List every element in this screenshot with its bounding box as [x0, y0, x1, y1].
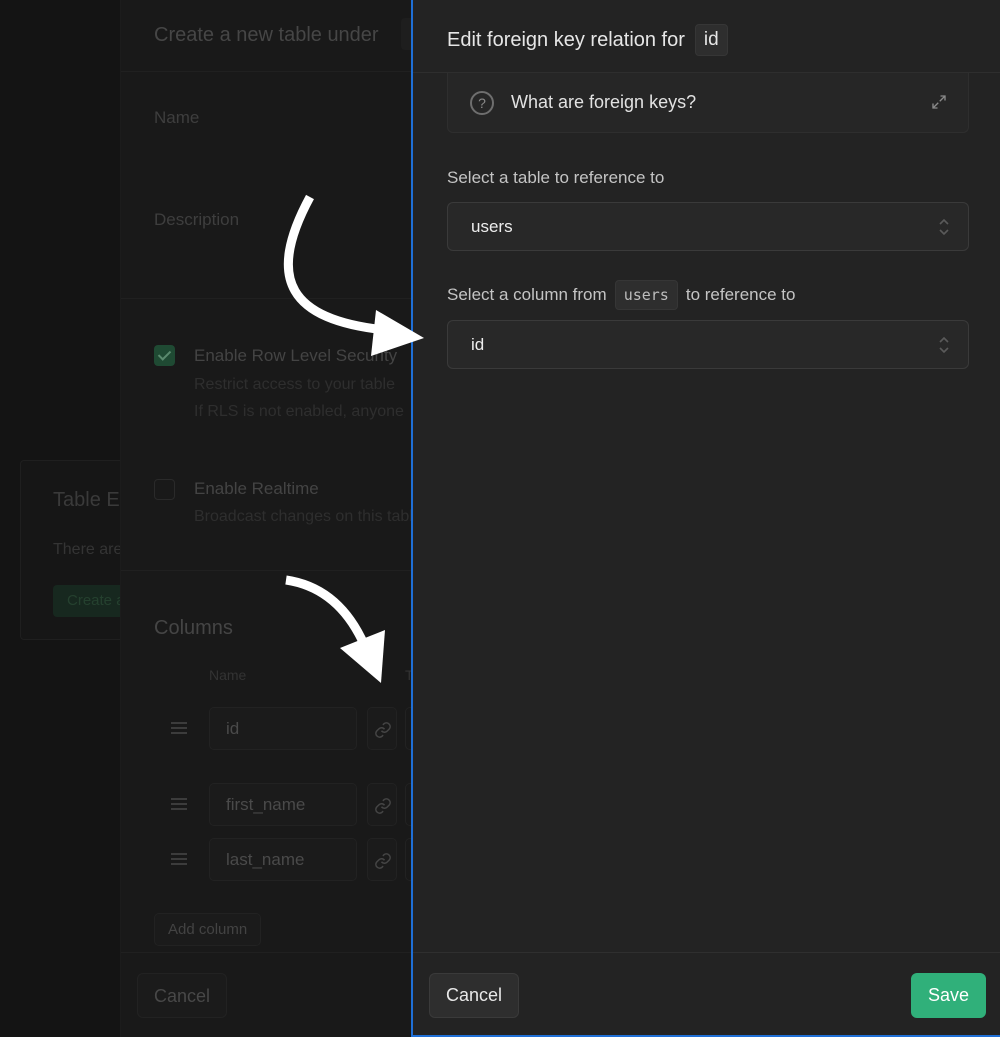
column-label-suffix: to reference to — [685, 285, 796, 304]
realtime-title: Enable Realtime — [194, 479, 319, 498]
screen: Table Editor There are no tables Create … — [0, 0, 1000, 1037]
rls-checkbox[interactable] — [154, 345, 175, 366]
columns-title: Columns — [154, 617, 233, 639]
rls-desc-1: Restrict access to your table — [194, 376, 395, 393]
description-label: Description — [154, 210, 240, 229]
link-icon — [375, 722, 391, 738]
realtime-checkbox[interactable] — [154, 479, 175, 500]
fk-column-chip: id — [694, 24, 728, 56]
column-row: first_name — [161, 783, 412, 827]
create-table-cancel-button[interactable]: Cancel — [137, 973, 228, 1018]
table-name-chip: users — [614, 280, 678, 310]
fk-cancel-button[interactable]: Cancel — [429, 973, 520, 1018]
divider — [121, 298, 412, 299]
divider — [121, 570, 412, 571]
create-table-panel: Create a new table under Name Descriptio… — [120, 0, 412, 1037]
foreign-key-link-button[interactable] — [367, 707, 397, 750]
foreign-key-panel: Edit foreign key relation for id ? What … — [411, 0, 1000, 1037]
fk-panel-title: Edit foreign key relation for id — [447, 24, 728, 56]
link-icon — [375, 798, 391, 814]
table-select-label: Select a table to reference to — [447, 168, 665, 187]
realtime-desc: Broadcast changes on this table — [194, 508, 412, 525]
drag-handle-icon[interactable] — [171, 722, 187, 734]
add-column-button[interactable]: Add column — [154, 913, 262, 946]
rls-title: Enable Row Level Security — [194, 346, 398, 365]
link-icon — [375, 853, 391, 869]
create-table-header: Create a new table under — [121, 0, 412, 72]
column-name-input[interactable]: id — [209, 707, 357, 750]
help-text: What are foreign keys? — [511, 92, 697, 112]
column-name-input[interactable]: first_name — [209, 783, 357, 826]
foreign-keys-help-collapsible[interactable]: ? What are foreign keys? — [447, 73, 969, 133]
drag-handle-icon[interactable] — [171, 853, 187, 865]
column-select[interactable]: id — [447, 320, 969, 369]
drag-handle-icon[interactable] — [171, 798, 187, 810]
column-row: id — [161, 707, 412, 751]
foreign-key-link-button[interactable] — [367, 783, 397, 826]
columns-header-name: Name — [209, 667, 247, 683]
divider — [121, 952, 412, 953]
table-select[interactable]: users — [447, 202, 969, 251]
fk-save-button[interactable]: Save — [910, 973, 986, 1018]
column-row: last_name — [161, 838, 412, 882]
column-select-label: Select a column from users to reference … — [447, 280, 795, 310]
question-icon: ? — [470, 91, 494, 115]
rls-desc-2: If RLS is not enabled, anyone — [194, 403, 404, 420]
expand-icon[interactable] — [930, 93, 948, 111]
create-table-title: Create a new table under — [154, 24, 379, 46]
name-label: Name — [154, 108, 200, 127]
column-name-input[interactable]: last_name — [209, 838, 357, 881]
chevron-up-down-icon — [939, 218, 949, 236]
table-select-value: users — [471, 217, 513, 236]
fk-panel-header: Edit foreign key relation for id — [413, 0, 1000, 73]
chevron-up-down-icon — [939, 336, 949, 354]
column-label-prefix: Select a column from — [447, 285, 607, 304]
column-select-value: id — [471, 335, 485, 354]
fk-title-text: Edit foreign key relation for — [447, 28, 685, 51]
foreign-key-link-button[interactable] — [367, 838, 397, 881]
divider — [413, 952, 1000, 953]
